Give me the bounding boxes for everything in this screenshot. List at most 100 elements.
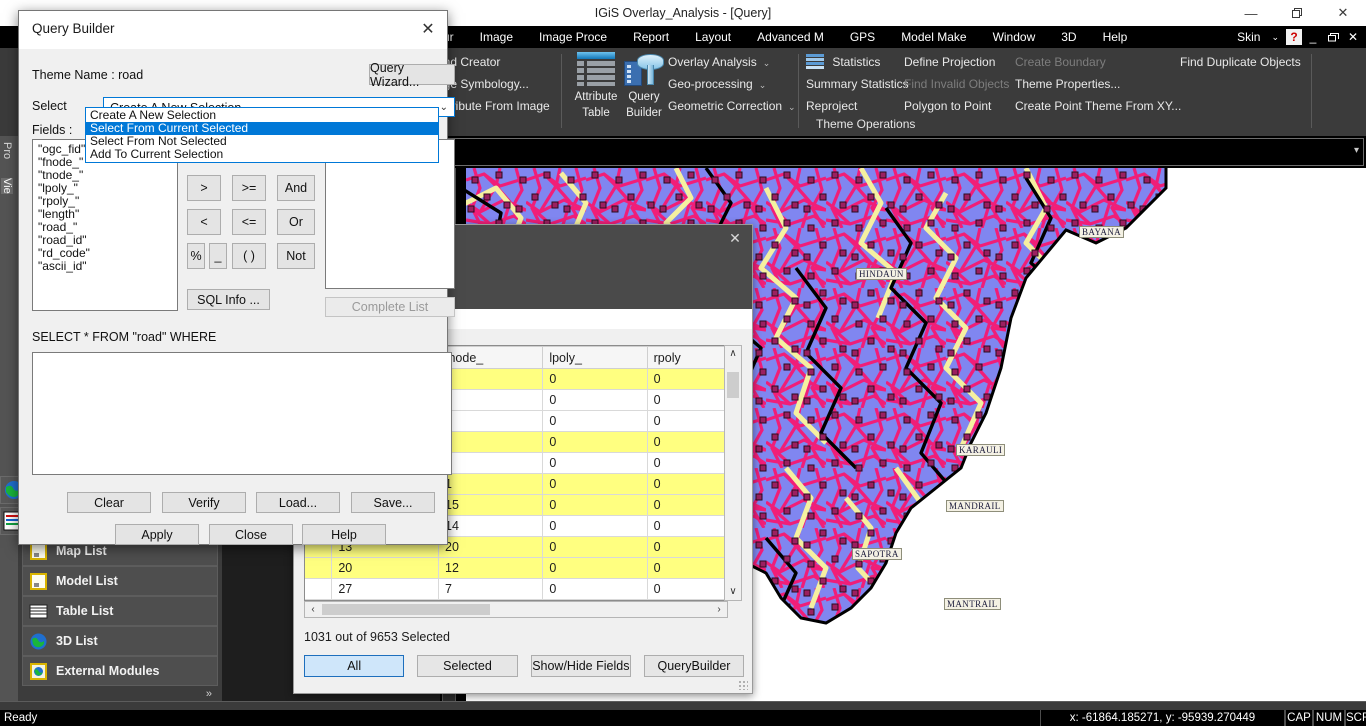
ribbon-define-projection[interactable]: Define Projection xyxy=(904,51,995,73)
fields-listbox[interactable]: "ogc_fid" "fnode_" "tnode_" "lpoly_" "rp… xyxy=(32,139,178,311)
cell-lpoly[interactable]: 0 xyxy=(542,515,648,537)
cell-lpoly[interactable]: 0 xyxy=(542,536,648,558)
menu-item-help[interactable]: Help xyxy=(1090,26,1141,48)
mdi-close-button[interactable]: ✕ xyxy=(1344,28,1362,46)
operator-percent-button[interactable]: % xyxy=(187,243,205,269)
left-panel-tab-project[interactable]: Pro xyxy=(1,142,13,159)
menu-item-gps[interactable]: GPS xyxy=(837,26,888,48)
cell-tnode[interactable]: 12 xyxy=(437,557,544,579)
cell-rpoly[interactable]: 0 xyxy=(646,452,727,474)
sidebar-item-table-list[interactable]: Table List xyxy=(22,596,218,626)
table-row[interactable]: 10201200 xyxy=(305,557,727,579)
cell-rpoly[interactable]: 0 xyxy=(646,515,727,537)
cell-rpoly[interactable]: 0 xyxy=(646,494,727,516)
operator-gt-button[interactable]: > xyxy=(187,175,221,201)
cell-ogc-fid[interactable]: 11 xyxy=(305,578,333,600)
table-row[interactable]: 1127700 xyxy=(305,578,727,600)
menu-item-image[interactable]: Image xyxy=(467,26,526,48)
query-wizard-button[interactable]: Query Wizard... xyxy=(369,61,455,89)
save-button[interactable]: Save... xyxy=(351,492,435,513)
menu-item-image-proce[interactable]: Image Proce xyxy=(526,26,620,48)
window-minimize-button[interactable]: — xyxy=(1228,0,1274,26)
mdi-restore-button[interactable] xyxy=(1324,28,1342,46)
menu-item-layout[interactable]: Layout xyxy=(682,26,744,48)
scroll-right-icon[interactable]: › xyxy=(711,602,727,617)
cell-lpoly[interactable]: 0 xyxy=(542,431,648,453)
query-builder-close-button[interactable]: ✕ xyxy=(413,15,443,43)
attribute-table-close-button[interactable]: ✕ xyxy=(724,229,746,247)
cell-fnode[interactable]: 20 xyxy=(331,557,439,579)
cell-lpoly[interactable]: 0 xyxy=(542,557,648,579)
operator-and-button[interactable]: And xyxy=(277,175,315,201)
skin-label[interactable]: Skin xyxy=(1233,30,1264,44)
cell-lpoly[interactable]: 0 xyxy=(542,410,648,432)
apply-button[interactable]: Apply xyxy=(115,524,199,545)
cell-lpoly[interactable]: 0 xyxy=(542,578,648,600)
cell-tnode[interactable]: 7 xyxy=(437,578,544,600)
ribbon-create-point-theme-from-xy[interactable]: Create Point Theme From XY... xyxy=(1015,95,1181,117)
operator-underscore-button[interactable]: _ xyxy=(209,243,227,269)
selected-button[interactable]: Selected xyxy=(417,655,518,677)
select-dropdown-list[interactable]: Create A New Selection Select From Curre… xyxy=(85,107,439,163)
query-builder-button[interactable]: Query Builder xyxy=(614,52,674,120)
cell-lpoly[interactable]: 0 xyxy=(542,368,648,390)
column-header-lpoly[interactable]: lpoly_ xyxy=(542,346,648,369)
horizontal-scroll-thumb[interactable] xyxy=(322,604,490,615)
ribbon-find-duplicate-objects[interactable]: Find Duplicate Objects xyxy=(1180,51,1301,73)
cell-tnode[interactable]: 6 xyxy=(437,452,544,474)
ribbon-summary-statistics[interactable]: Summary Statistics xyxy=(806,73,909,95)
chevron-down-icon[interactable]: ⌄ xyxy=(1266,32,1284,43)
chevron-down-icon[interactable]: ⌄ xyxy=(440,102,448,113)
scroll-left-icon[interactable]: ‹ xyxy=(305,602,321,617)
ribbon-overlay-analysis[interactable]: Overlay Analysis ⌄ xyxy=(668,51,770,73)
mdi-minimize-button[interactable]: _ xyxy=(1304,28,1322,46)
close-button[interactable]: Close xyxy=(209,524,293,545)
cell-rpoly[interactable]: 0 xyxy=(646,410,727,432)
cell-lpoly[interactable]: 0 xyxy=(542,452,648,474)
cell-tnode[interactable]: 4 xyxy=(437,389,544,411)
cell-rpoly[interactable]: 0 xyxy=(646,389,727,411)
cell-rpoly[interactable]: 0 xyxy=(646,557,727,579)
column-header-rpoly[interactable]: rpoly xyxy=(646,346,727,369)
cell-tnode[interactable]: 6 xyxy=(437,431,544,453)
window-restore-button[interactable] xyxy=(1274,0,1320,26)
cell-rpoly[interactable]: 0 xyxy=(646,578,727,600)
cell-rpoly[interactable]: 0 xyxy=(646,368,727,390)
cell-lpoly[interactable]: 0 xyxy=(542,389,648,411)
help-badge-icon[interactable]: ? xyxy=(1286,29,1302,45)
cell-lpoly[interactable]: 0 xyxy=(542,494,648,516)
cell-tnode[interactable]: 14 xyxy=(437,515,544,537)
operator-gte-button[interactable]: >= xyxy=(232,175,266,201)
ribbon-geometric-correction[interactable]: Geometric Correction ⌄ xyxy=(668,95,796,117)
sidebar-item-3d-list[interactable]: 3D List xyxy=(22,626,218,656)
operator-lt-button[interactable]: < xyxy=(187,209,221,235)
operator-parens-button[interactable]: ( ) xyxy=(232,243,266,269)
cell-tnode[interactable]: 15 xyxy=(437,494,544,516)
cell-tnode[interactable]: 20 xyxy=(437,536,544,558)
dropdown-option-add-to-current[interactable]: Add To Current Selection xyxy=(86,148,438,161)
scroll-up-icon[interactable]: ∧ xyxy=(725,346,741,362)
ribbon-statistics[interactable]: Statistics xyxy=(806,51,880,73)
vertical-scroll-thumb[interactable] xyxy=(727,372,739,398)
ribbon-geo-processing[interactable]: Geo-processing ⌄ xyxy=(668,73,766,95)
all-button[interactable]: All xyxy=(304,655,405,677)
query-builder-button[interactable]: QueryBuilder xyxy=(643,655,744,677)
operator-or-button[interactable]: Or xyxy=(277,209,315,235)
resize-grip-icon[interactable] xyxy=(738,680,748,690)
map-toolbar-overflow-caret[interactable]: ▾ xyxy=(1354,145,1359,156)
cell-rpoly[interactable]: 0 xyxy=(646,536,727,558)
sidebar-item-external-modules[interactable]: External Modules xyxy=(22,656,218,686)
sql-where-textarea[interactable] xyxy=(32,352,452,475)
left-panel-tab-view[interactable]: Vie xyxy=(1,178,13,194)
menu-item-window[interactable]: Window xyxy=(980,26,1049,48)
attribute-grid-horizontal-scrollbar[interactable]: ‹ › xyxy=(304,601,728,618)
attribute-grid-vertical-scrollbar[interactable]: ∧ ∨ xyxy=(724,345,742,601)
cell-rpoly[interactable]: 0 xyxy=(646,473,727,495)
ribbon-theme-properties[interactable]: Theme Properties... xyxy=(1015,73,1120,95)
menu-item-advanced-m[interactable]: Advanced M xyxy=(744,26,837,48)
window-close-button[interactable]: ✕ xyxy=(1320,0,1366,26)
field-item[interactable]: "ascii_id" xyxy=(33,260,177,273)
menu-item-report[interactable]: Report xyxy=(620,26,682,48)
sql-info-button[interactable]: SQL Info ... xyxy=(187,289,270,310)
cell-lpoly[interactable]: 0 xyxy=(542,473,648,495)
